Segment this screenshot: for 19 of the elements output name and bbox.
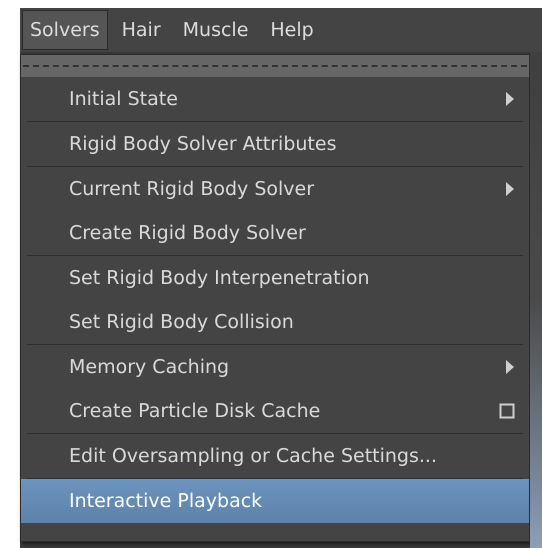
menu-item[interactable]: Create Particle Disk Cache [21,389,529,433]
tear-off-bar[interactable] [21,55,529,77]
menu-item[interactable]: Interactive Playback [21,479,529,523]
menu-item[interactable]: Create Rigid Body Solver [21,211,529,255]
menu-bar-item[interactable]: Help [262,10,322,50]
menu-bar-item[interactable]: Muscle [174,10,256,50]
submenu-arrow-icon [505,359,515,375]
menu-item[interactable]: Initial State [21,77,529,121]
submenu-arrow-icon [505,181,515,197]
submenu-arrow-icon [505,91,515,107]
menu-bar-item[interactable]: Hair [114,10,169,50]
option-box-icon [499,403,515,419]
menu-bar-item[interactable]: Solvers [22,10,108,50]
menu-item[interactable]: Memory Caching [21,345,529,389]
menu-item[interactable]: Edit Oversampling or Cache Settings... [21,434,529,478]
menu-item[interactable]: Set Rigid Body Collision [21,300,529,344]
menu-item[interactable]: Set Rigid Body Interpenetration [21,256,529,300]
menu-item[interactable]: Rigid Body Solver Attributes [21,122,529,166]
menu-item[interactable]: Current Rigid Body Solver [21,167,529,211]
